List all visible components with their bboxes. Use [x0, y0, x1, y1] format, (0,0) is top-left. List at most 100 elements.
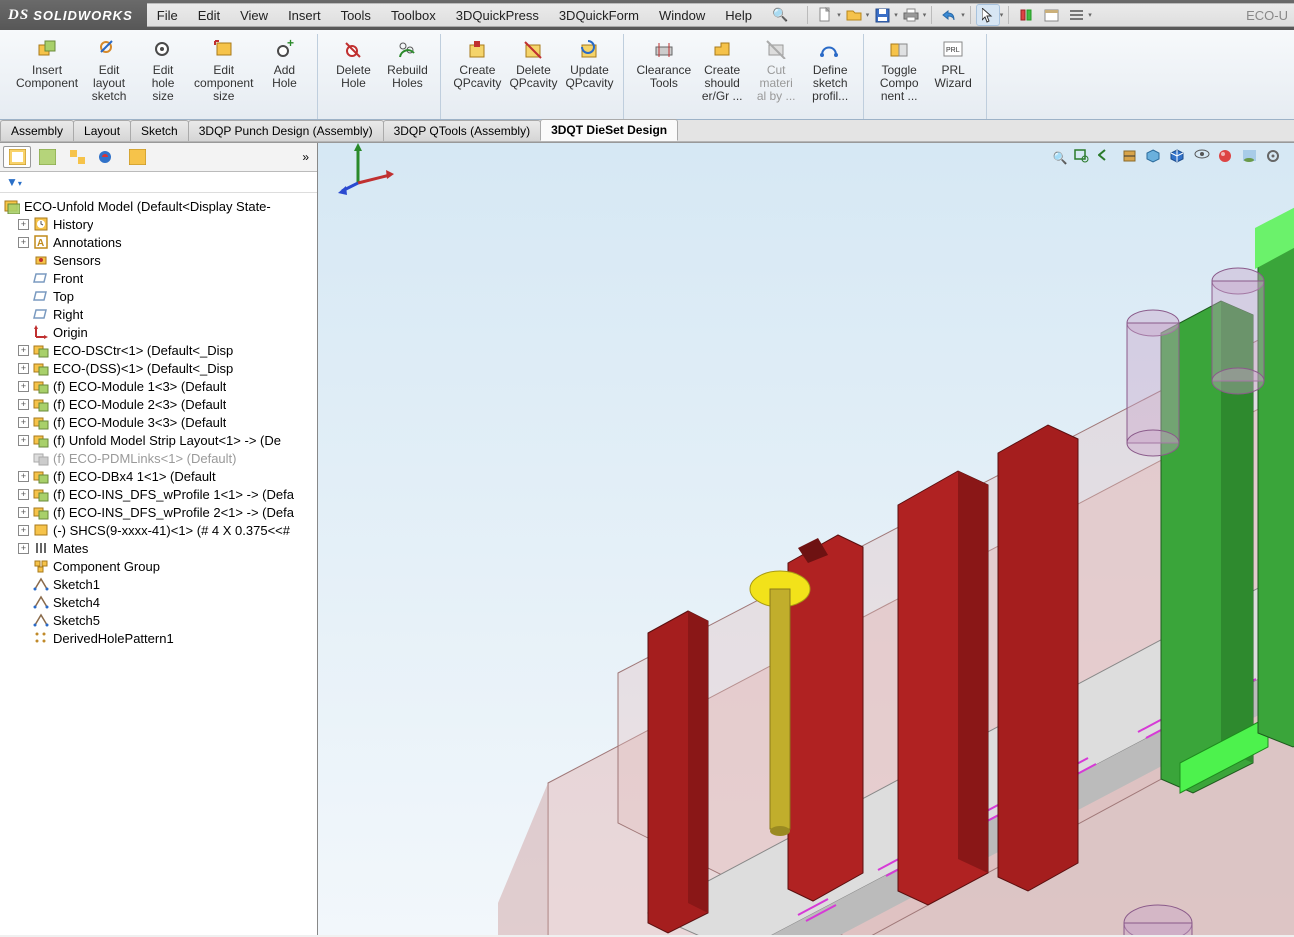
edit-hole-size-icon [151, 38, 175, 60]
add-hole-button[interactable]: +AddHole [257, 34, 311, 119]
select-tool-button[interactable] [977, 5, 999, 25]
tree-node[interactable]: +AAnnotations [0, 233, 317, 251]
titlebar: DS SOLIDWORKS FileEditViewInsertToolsToo… [0, 0, 1294, 30]
tree-node[interactable]: +ECO-(DSS)<1> (Default<_Disp [0, 359, 317, 377]
feature-tree-tabs: » [0, 143, 317, 172]
tree-node[interactable]: Right [0, 305, 317, 323]
update-qpcavity-button[interactable]: UpdateQPcavity [561, 34, 617, 119]
tree-node[interactable]: +(f) Unfold Model Strip Layout<1> -> (De [0, 431, 317, 449]
tree-node[interactable]: Sketch4 [0, 593, 317, 611]
document-title: ECO-U [1246, 8, 1294, 23]
delete-qpcavity-button[interactable]: DeleteQPcavity [505, 34, 561, 119]
clearance-tools-button[interactable]: ClearanceTools [632, 34, 695, 119]
tree-node[interactable]: +Mates [0, 539, 317, 557]
quick-access-toolbar: ▾ ▾ ▾ ▾ ▾ ▾ ▾ [798, 5, 1097, 25]
tree-node[interactable]: Front [0, 269, 317, 287]
tree-root[interactable]: ECO-Unfold Model (Default<Display State- [0, 197, 317, 215]
tree-node[interactable]: (f) ECO-PDMLinks<1> (Default) [0, 449, 317, 467]
save-button[interactable] [871, 5, 893, 25]
undo-button[interactable] [938, 5, 960, 25]
insert-component-button[interactable]: InsertComponent [12, 34, 82, 119]
toggle-component-button[interactable]: ToggleComponent ... [872, 34, 926, 119]
menu-edit[interactable]: Edit [188, 2, 230, 29]
command-tab-assembly[interactable]: Assembly [0, 120, 74, 141]
edit-layout-sketch-button[interactable]: Editlayoutsketch [82, 34, 136, 119]
command-tab-sketch[interactable]: Sketch [130, 120, 189, 141]
plane-icon [32, 270, 50, 286]
tree-node[interactable]: +(-) SHCS(9-xxxx-41)<1> (# 4 X 0.375<<# [0, 521, 317, 539]
tree-node[interactable]: Component Group [0, 557, 317, 575]
asm-icon [32, 504, 50, 520]
rebuild-button[interactable] [1015, 5, 1037, 25]
menubar: FileEditViewInsertToolsToolbox3DQuickPre… [147, 3, 1294, 27]
sketch-icon [32, 594, 50, 610]
options-button[interactable] [1040, 5, 1062, 25]
create-qpcavity-icon [465, 38, 489, 60]
menu-view[interactable]: View [230, 2, 278, 29]
filter-icon[interactable]: ▼▾ [6, 175, 22, 189]
plane-icon [32, 306, 50, 322]
panel-expand-icon[interactable]: » [296, 150, 315, 164]
feature-manager-tab[interactable] [3, 146, 31, 168]
create-qpcavity-button[interactable]: CreateQPcavity [449, 34, 505, 119]
open-file-button[interactable] [843, 5, 865, 25]
command-tabs: AssemblyLayoutSketch3DQP Punch Design (A… [0, 120, 1294, 142]
menu-tools[interactable]: Tools [331, 2, 381, 29]
search-help-icon[interactable]: 🔍 [762, 1, 798, 29]
define-sketch-profile-button[interactable]: Definesketchprofil... [803, 34, 857, 119]
delete-hole-icon [341, 38, 365, 60]
tree-node[interactable]: Sketch1 [0, 575, 317, 593]
tree-node[interactable]: Origin [0, 323, 317, 341]
add-hole-icon: + [272, 38, 296, 60]
tree-node[interactable]: +(f) ECO-Module 2<3> (Default [0, 395, 317, 413]
tree-node[interactable]: +(f) ECO-Module 1<3> (Default [0, 377, 317, 395]
3d-viewport[interactable]: 🔍 [318, 143, 1294, 935]
edit-hole-size-button[interactable]: Editholesize [136, 34, 190, 119]
menu-3dquickform[interactable]: 3DQuickForm [549, 2, 649, 29]
new-file-button[interactable] [814, 5, 836, 25]
tree-node[interactable]: +(f) ECO-DBx4 1<1> (Default [0, 467, 317, 485]
tree-node[interactable]: +History [0, 215, 317, 233]
tree-node[interactable]: Sketch5 [0, 611, 317, 629]
tree-node[interactable]: Top [0, 287, 317, 305]
menu-insert[interactable]: Insert [278, 2, 331, 29]
command-tab-3dqt-dieset-design[interactable]: 3DQT DieSet Design [540, 119, 678, 141]
menu-help[interactable]: Help [715, 2, 762, 29]
edit-component-size-button[interactable]: Editcomponentsize [190, 34, 257, 119]
property-manager-tab[interactable] [33, 146, 61, 168]
dimxpert-manager-tab[interactable] [93, 146, 121, 168]
feature-tree-list[interactable]: ECO-Unfold Model (Default<Display State-… [0, 193, 317, 935]
menu-3dquickpress[interactable]: 3DQuickPress [446, 2, 549, 29]
menu-file[interactable]: File [147, 2, 188, 29]
tree-node[interactable]: +ECO-DSCtr<1> (Default<_Disp [0, 341, 317, 359]
prl-wizard-button[interactable]: PRLPRLWizard [926, 34, 980, 119]
create-shoulder-button[interactable]: Createshoulder/Gr ... [695, 34, 749, 119]
tree-node[interactable]: +(f) ECO-Module 3<3> (Default [0, 413, 317, 431]
origin-icon [32, 324, 50, 340]
menu-toolbox[interactable]: Toolbox [381, 2, 446, 29]
command-tab-3dqp-qtools-assembly-[interactable]: 3DQP QTools (Assembly) [383, 120, 541, 141]
tree-node[interactable]: +(f) ECO-INS_DFS_wProfile 1<1> -> (Defa [0, 485, 317, 503]
display-manager-tab[interactable] [123, 146, 151, 168]
tree-node[interactable]: DerivedHolePattern1 [0, 629, 317, 647]
asm-icon [32, 468, 50, 484]
rebuild-holes-button[interactable]: RebuildHoles [380, 34, 434, 119]
view-triad-icon[interactable] [338, 143, 1294, 927]
configuration-manager-tab[interactable] [63, 146, 91, 168]
tree-node[interactable]: +(f) ECO-INS_DFS_wProfile 2<1> -> (Defa [0, 503, 317, 521]
delete-hole-button[interactable]: DeleteHole [326, 34, 380, 119]
settings-list-button[interactable] [1065, 5, 1087, 25]
command-tab-layout[interactable]: Layout [73, 120, 131, 141]
edit-layout-sketch-icon [97, 38, 121, 60]
asm-icon [32, 360, 50, 376]
asm-icon [32, 342, 50, 358]
ribbon: InsertComponentEditlayoutsketchEditholes… [0, 30, 1294, 120]
command-tab-3dqp-punch-design-assembly-[interactable]: 3DQP Punch Design (Assembly) [188, 120, 384, 141]
asm-icon [32, 378, 50, 394]
menu-window[interactable]: Window [649, 2, 715, 29]
print-button[interactable] [900, 5, 922, 25]
prl-wizard-icon: PRL [941, 38, 965, 60]
group-icon [32, 558, 50, 574]
tree-node[interactable]: Sensors [0, 251, 317, 269]
asm-icon [32, 396, 50, 412]
